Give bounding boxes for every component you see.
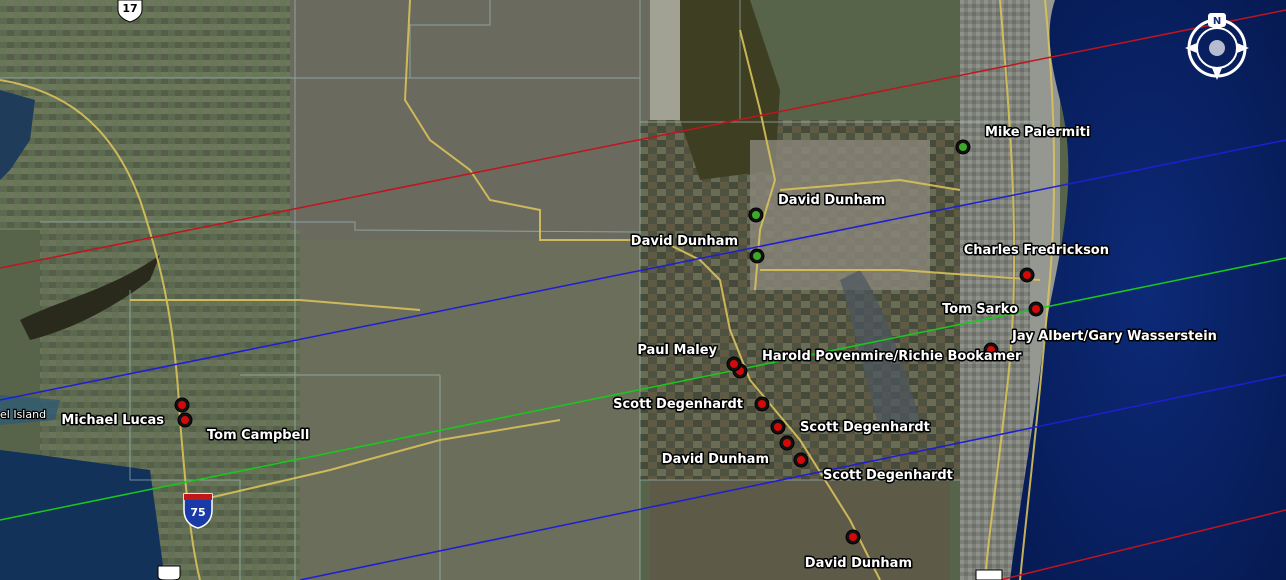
observer-positive-dot (849, 533, 857, 541)
observer-positive-dot (758, 400, 766, 408)
terrain-bright-strip (650, 0, 680, 120)
island-label: el Island (0, 408, 46, 421)
observer-label: Scott Degenhardt (613, 397, 743, 412)
observer-label: Scott Degenhardt (823, 468, 953, 483)
terrain-north-central (290, 0, 650, 240)
observer-label: Charles Fredrickson (964, 243, 1109, 258)
observer-positive-dot (1023, 271, 1031, 279)
observer-negative-dot (752, 211, 760, 219)
observer-label: David Dunham (778, 193, 885, 208)
observer-label: Mike Palermiti (985, 125, 1090, 140)
observer-positive-dot (797, 456, 805, 464)
observer-positive-dot (774, 423, 782, 431)
observer-negative-dot (959, 143, 967, 151)
observer-label: Tom Campbell (207, 428, 309, 443)
observer-positive-dot (178, 401, 186, 409)
east-coast-shield (975, 569, 1003, 580)
observer-label: David Dunham (805, 556, 912, 571)
map-view[interactable]: 17 75 el Island N Mike Palermiti David Du… (0, 0, 1286, 580)
observer-label: David Dunham (631, 234, 738, 249)
us-17-number: 17 (122, 2, 137, 15)
i-75-shield: 75 (183, 493, 213, 529)
terrain-northwest (0, 0, 300, 230)
urban-area-belle-glade (750, 140, 930, 290)
observer-positive-dot (730, 360, 738, 368)
map-canvas[interactable]: 17 75 el Island N Mike Palermiti David Du… (0, 0, 1286, 580)
observer-positive-dot (783, 439, 791, 447)
compass-north-label: N (1213, 16, 1221, 27)
observer-label: David Dunham (662, 452, 769, 467)
observer-label: Jay Albert/Gary Wasserstein (1011, 329, 1217, 344)
observer-label: Scott Degenhardt (800, 420, 930, 435)
us-41-shield (157, 565, 181, 580)
observer-positive-dot (1032, 305, 1040, 313)
observer-negative-dot (753, 252, 761, 260)
observer-label: Paul Maley (637, 343, 717, 358)
observer-label: Harold Povenmire/Richie Bookamer (762, 349, 1022, 364)
i-75-number: 75 (190, 506, 205, 519)
terrain-south-central (300, 240, 640, 580)
observer-positive-dot (181, 416, 189, 424)
observer-label: Tom Sarko (942, 302, 1018, 317)
observer-label: Michael Lucas (61, 413, 164, 428)
